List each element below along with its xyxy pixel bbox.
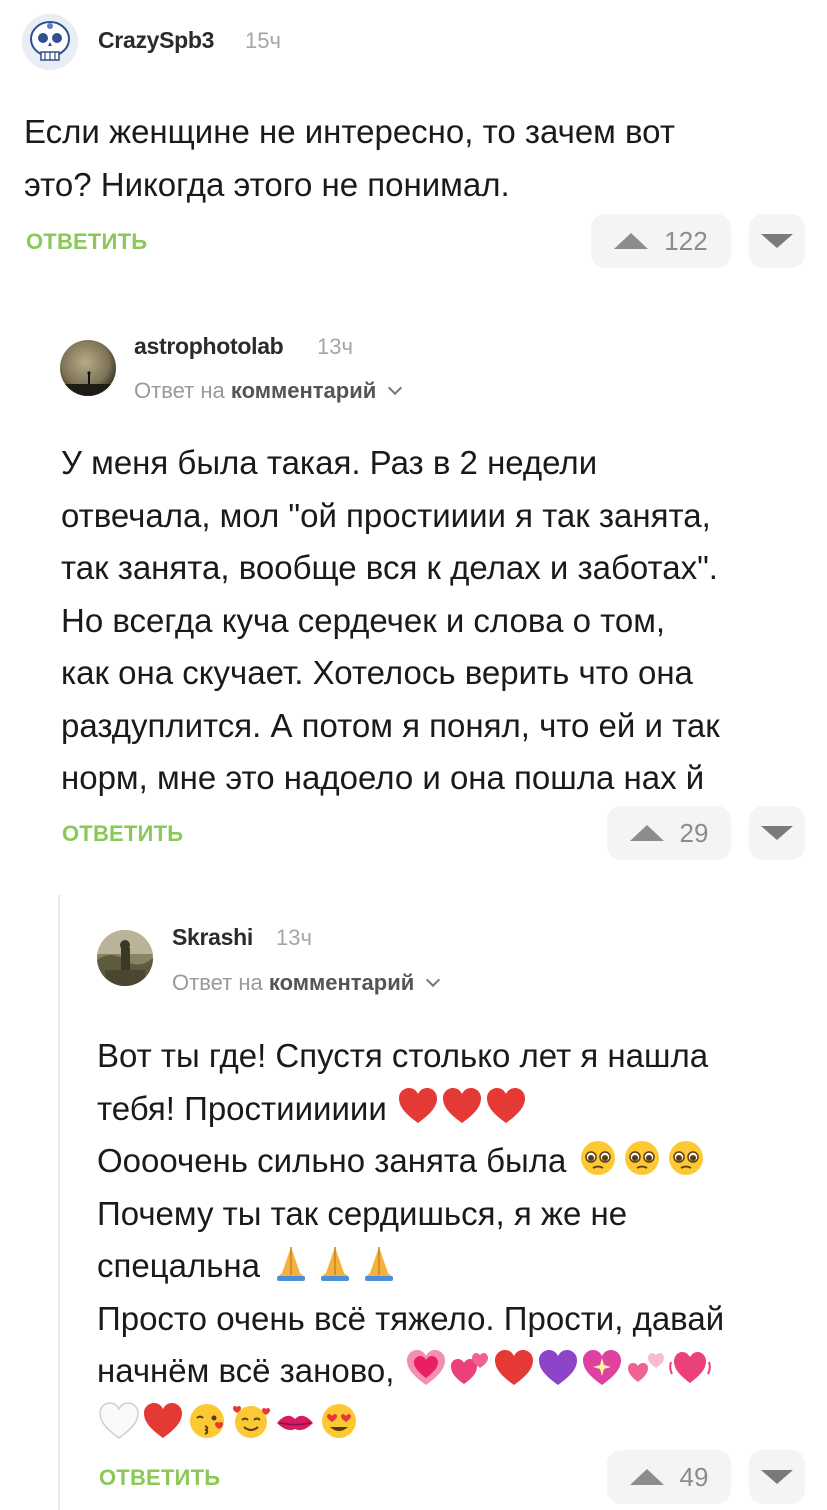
comment-line-text: спецальна	[97, 1247, 261, 1284]
pleading-face-icon	[620, 1138, 664, 1178]
comment-line: Но всегда куча сердечек и слова о том,	[61, 601, 666, 639]
pleading-face-icon	[664, 1138, 708, 1178]
reply-to-link[interactable]: Ответ на комментарий	[172, 970, 441, 996]
comment-line-text: Оооочень сильно занята была	[97, 1142, 567, 1179]
kissing-face-icon	[185, 1401, 229, 1441]
thread-line	[58, 895, 60, 1510]
reply-to-prefix: Ответ на	[134, 378, 225, 403]
comment-line: отвечала, мол "ой простииии я так занята…	[61, 496, 711, 534]
comment-line: спецальна	[97, 1240, 724, 1293]
folded-hands-icon	[357, 1243, 401, 1283]
avatar[interactable]	[60, 340, 116, 396]
comment-line: Если женщине не интересно, то зачем вот	[24, 113, 675, 150]
comment-line: норм, мне это надоело и она пошла нах й	[61, 759, 705, 796]
kiss-mark-icon	[273, 1401, 317, 1441]
comment-line-text: тебя! Простииииии	[97, 1089, 387, 1127]
comment-line: так занята, вообще вся к делах и заботах…	[61, 549, 718, 586]
chevron-down-icon	[388, 380, 403, 396]
growing-heart-icon	[404, 1348, 448, 1388]
avatar[interactable]	[22, 14, 78, 70]
smiling-face-with-hearts-icon	[229, 1401, 273, 1441]
downvote-button[interactable]	[749, 214, 805, 268]
comment-line-text: начнём всё заново,	[97, 1352, 395, 1389]
folded-hands-icon	[313, 1243, 357, 1283]
comment-line: как она скучает. Хотелось верить что она	[61, 654, 693, 691]
red-heart-icon	[484, 1086, 528, 1126]
red-heart-icon	[396, 1086, 440, 1126]
reply-to-prefix: Ответ на	[172, 970, 263, 995]
avatar[interactable]	[97, 930, 153, 986]
revolving-hearts-icon	[624, 1348, 668, 1388]
chevron-down-icon	[426, 972, 441, 988]
reply-button[interactable]: ОТВЕТИТЬ	[62, 821, 183, 847]
comment-line: Почему ты так сердишься, я же не	[97, 1194, 628, 1232]
comment-line: раздуплится. А потом я понял, что ей и т…	[61, 706, 720, 744]
downvote-arrow-icon	[761, 826, 793, 840]
upvote-button[interactable]: 122	[591, 214, 731, 268]
downvote-arrow-icon	[761, 234, 793, 248]
comment-line: У меня была такая. Раз в 2 недели	[61, 444, 598, 481]
upvote-arrow-icon	[614, 233, 649, 249]
red-heart-icon	[440, 1086, 484, 1126]
reply-button[interactable]: ОТВЕТИТЬ	[99, 1465, 220, 1491]
comment-body: Вот ты где! Спустя столько лет я нашла т…	[97, 1030, 724, 1450]
comment-body: У меня была такая. Раз в 2 недели отвеча…	[61, 437, 720, 805]
reply-to-target[interactable]: комментарий	[269, 970, 414, 995]
vote-count: 49	[679, 1461, 709, 1492]
upvote-arrow-icon	[629, 825, 664, 841]
pleading-face-icon	[576, 1138, 620, 1178]
beating-heart-icon	[668, 1348, 712, 1388]
comment-line	[97, 1398, 724, 1451]
red-heart-icon	[141, 1401, 185, 1441]
reply-button[interactable]: ОТВЕТИТЬ	[26, 229, 147, 255]
sparkling-heart-icon	[580, 1348, 624, 1388]
comment-author[interactable]: astrophotolab	[134, 333, 284, 360]
purple-heart-icon	[536, 1348, 580, 1388]
comment-time: 13ч	[317, 334, 353, 359]
downvote-button[interactable]	[749, 806, 805, 860]
upvote-arrow-icon	[629, 1469, 664, 1485]
skull-avatar-icon	[22, 14, 78, 70]
heart-eyes-face-icon	[317, 1401, 361, 1441]
upvote-button[interactable]: 49	[607, 1450, 731, 1504]
red-heart-icon	[492, 1348, 536, 1388]
comment-author[interactable]: Skrashi	[172, 924, 253, 951]
reply-to-target[interactable]: комментарий	[231, 378, 376, 403]
reply-to-link[interactable]: Ответ на комментарий	[134, 378, 403, 404]
downvote-button[interactable]	[749, 1450, 805, 1504]
comment-line: Вот ты где! Спустя столько лет я нашла	[97, 1037, 709, 1074]
comment-time: 13ч	[276, 925, 312, 950]
comment-line: начнём всё заново,	[97, 1345, 724, 1398]
comment-line: Просто очень всё тяжело. Прости, давай	[97, 1299, 725, 1337]
upvote-button[interactable]: 29	[607, 806, 731, 860]
comment-line: тебя! Простииииии	[97, 1083, 724, 1136]
downvote-arrow-icon	[761, 1470, 793, 1484]
comment-line: Оооочень сильно занята была	[97, 1135, 724, 1188]
moon-avatar-icon	[60, 340, 116, 396]
comment-line: это? Никогда этого не понимал.	[24, 165, 510, 203]
vote-count: 29	[679, 817, 709, 848]
folded-hands-icon	[269, 1243, 313, 1283]
comment-author[interactable]: CrazySpb3	[98, 27, 214, 54]
two-hearts-icon	[448, 1348, 492, 1388]
photo-avatar-icon	[97, 930, 153, 986]
white-heart-icon	[97, 1401, 141, 1441]
comment-body: Если женщине не интересно, то зачем вот …	[24, 106, 675, 211]
vote-count: 122	[664, 225, 708, 256]
comment-time: 15ч	[245, 28, 281, 53]
